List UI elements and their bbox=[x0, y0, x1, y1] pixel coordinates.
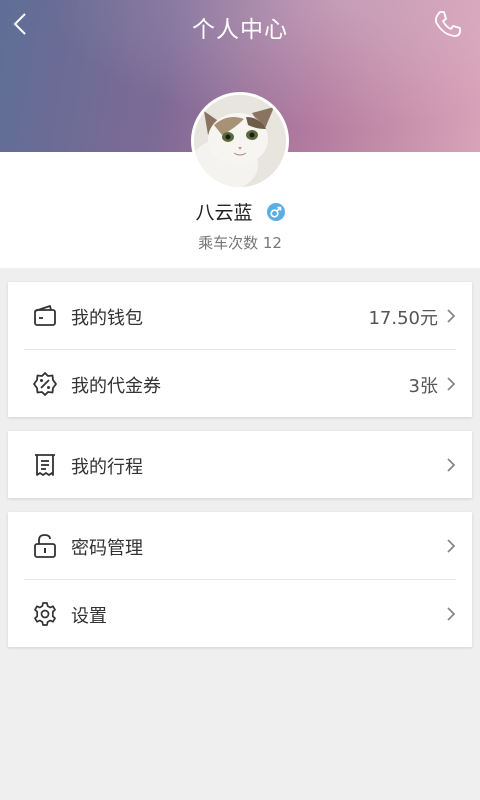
finance-card: 我的钱包 17.50元 我的代金券 3张 bbox=[8, 282, 472, 417]
trips-card: 我的行程 bbox=[8, 431, 472, 498]
avatar[interactable] bbox=[191, 92, 289, 190]
gear-icon bbox=[34, 602, 56, 626]
page-title: 个人中心 bbox=[192, 17, 288, 43]
phone-icon[interactable] bbox=[432, 9, 462, 39]
receipt-icon bbox=[35, 454, 55, 476]
male-icon bbox=[266, 203, 285, 221]
wallet-label: 我的钱包 bbox=[71, 308, 143, 329]
wallet-balance: 17.50元 bbox=[368, 308, 438, 329]
ride-count: 乘车次数 12 bbox=[198, 234, 282, 252]
chevron-right-icon bbox=[447, 458, 456, 472]
user-name: 八云蓝 bbox=[195, 202, 253, 224]
cat-photo-avatar bbox=[194, 95, 286, 187]
user-name-row: 八云蓝 bbox=[0, 198, 480, 225]
settings-label: 设置 bbox=[71, 606, 107, 627]
chevron-right-icon bbox=[447, 309, 456, 323]
voucher-row[interactable]: 我的代金券 3张 bbox=[8, 350, 472, 417]
chevron-right-icon bbox=[447, 607, 456, 621]
unlock-icon bbox=[34, 534, 56, 558]
discount-coupon-icon bbox=[33, 372, 57, 396]
trips-label: 我的行程 bbox=[71, 457, 143, 478]
voucher-label: 我的代金券 bbox=[71, 376, 161, 397]
account-card: 密码管理 设置 bbox=[8, 512, 472, 647]
voucher-count: 3张 bbox=[408, 376, 438, 397]
chevron-right-icon bbox=[447, 539, 456, 553]
settings-row[interactable]: 设置 bbox=[8, 580, 472, 647]
password-row[interactable]: 密码管理 bbox=[8, 512, 472, 579]
chevron-right-icon bbox=[447, 377, 456, 391]
wallet-icon bbox=[34, 305, 56, 326]
password-label: 密码管理 bbox=[71, 538, 143, 559]
trips-row[interactable]: 我的行程 bbox=[8, 431, 472, 498]
wallet-row[interactable]: 我的钱包 17.50元 bbox=[8, 282, 472, 349]
